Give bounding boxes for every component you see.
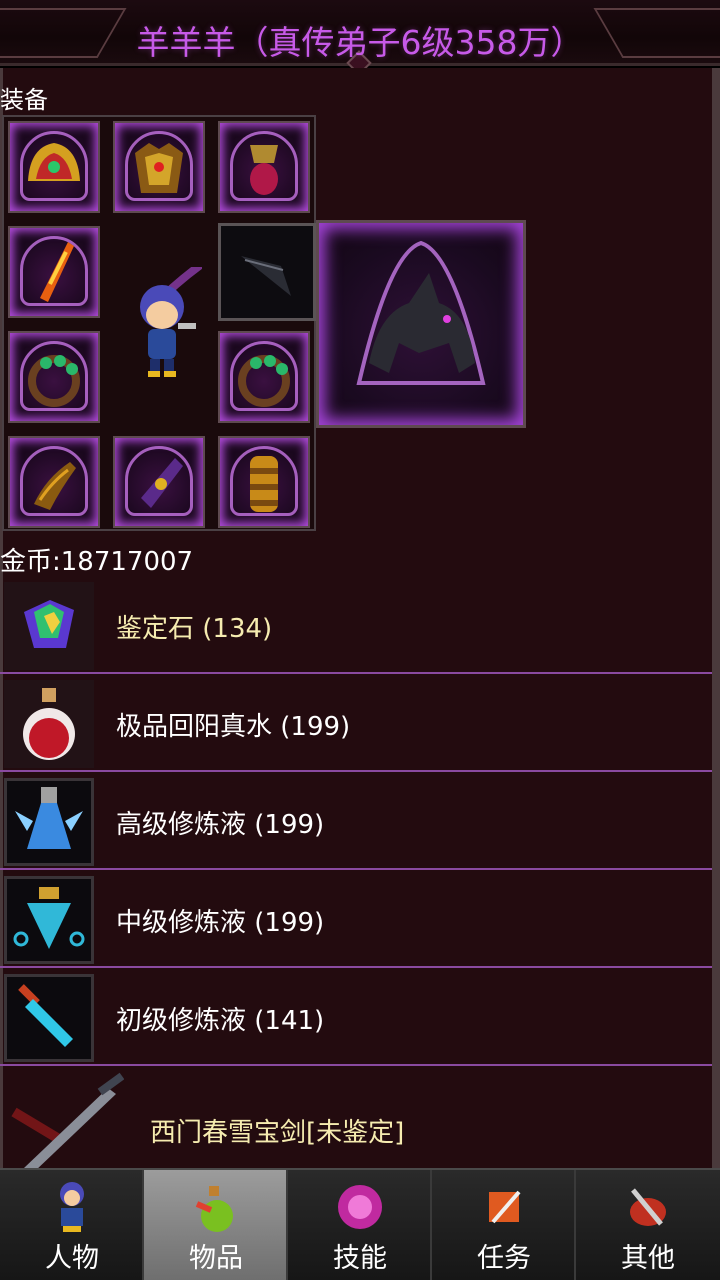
tab-skills[interactable]: 技能 (288, 1170, 432, 1280)
armor-slot[interactable] (113, 121, 205, 213)
tab-label: 人物 (45, 1243, 99, 1274)
helmet-icon (28, 143, 80, 181)
amulet-icon (250, 145, 278, 195)
weapon-slot[interactable] (8, 226, 100, 318)
skill-orb-icon (338, 1185, 382, 1229)
tab-label: 技能 (333, 1243, 387, 1274)
cyan-flask-icon (4, 876, 94, 964)
boots-icon (34, 462, 76, 510)
tab-items[interactable]: 物品 (144, 1170, 288, 1280)
tab-label: 任务 (477, 1243, 531, 1274)
rainbow-gem-icon (4, 582, 94, 670)
other-tools-icon (630, 1188, 666, 1226)
title-bar: 羊羊羊（真传弟子6级358万） (0, 0, 720, 76)
black-beast-mount-icon (356, 240, 486, 385)
wing-slot[interactable] (218, 223, 316, 321)
red-potion-icon (4, 680, 94, 768)
tab-other[interactable]: 其他 (576, 1170, 720, 1280)
list-item[interactable]: 鉴定石 (134) (0, 578, 712, 674)
item-label: 高级修炼液 (199) (116, 810, 325, 840)
tab-label: 物品 (189, 1243, 243, 1274)
bottom-nav: 人物 物品 技能 任务 其他 (0, 1168, 720, 1280)
potion-bag-icon (195, 1186, 233, 1232)
hero-character-icon (140, 267, 202, 377)
list-item[interactable]: 高级修炼液 (199) (0, 774, 712, 870)
tab-character[interactable]: 人物 (0, 1170, 144, 1280)
weapon-icon (40, 242, 74, 302)
ring-left-icon (28, 355, 80, 407)
mount-slot[interactable] (316, 220, 526, 428)
amulet-slot[interactable] (218, 121, 310, 213)
belt-slot[interactable] (113, 436, 205, 528)
character-icon (60, 1182, 84, 1232)
list-item[interactable]: 中级修炼液 (199) (0, 872, 712, 968)
tab-quests[interactable]: 任务 (432, 1170, 576, 1280)
wing-slot-icon (241, 256, 291, 296)
vial-icon (4, 974, 94, 1062)
ring-right-icon (238, 355, 290, 407)
belt-icon (141, 458, 183, 508)
gold-amount: 金币:18717007 (0, 547, 194, 577)
bracer-slot[interactable] (218, 436, 310, 528)
sword-icon (4, 1072, 125, 1172)
quest-scroll-icon (489, 1190, 521, 1224)
equipment-grid (2, 115, 316, 531)
equipment-section-label: 装备 (0, 86, 48, 114)
item-label: 西门春雪宝剑[未鉴定] (150, 1118, 405, 1148)
tab-label: 其他 (621, 1243, 675, 1274)
list-item[interactable]: 极品回阳真水 (199) (0, 676, 712, 772)
bracer-icon (250, 456, 278, 512)
helmet-slot[interactable] (8, 121, 100, 213)
armor-icon (135, 143, 183, 193)
item-label: 初级修炼液 (141) (116, 1006, 325, 1036)
blue-flask-icon (4, 778, 94, 866)
item-label: 中级修炼液 (199) (116, 908, 325, 938)
ring-right-slot[interactable] (218, 331, 310, 423)
item-label: 极品回阳真水 (199) (116, 712, 351, 742)
ring-left-slot[interactable] (8, 331, 100, 423)
character-title: 羊羊羊（真传弟子6级358万） (136, 23, 584, 62)
item-label: 鉴定石 (134) (116, 614, 273, 644)
boots-slot[interactable] (8, 436, 100, 528)
list-item[interactable]: 西门春雪宝剑[未鉴定] (0, 1068, 712, 1172)
list-item[interactable]: 初级修炼液 (141) (0, 970, 712, 1066)
